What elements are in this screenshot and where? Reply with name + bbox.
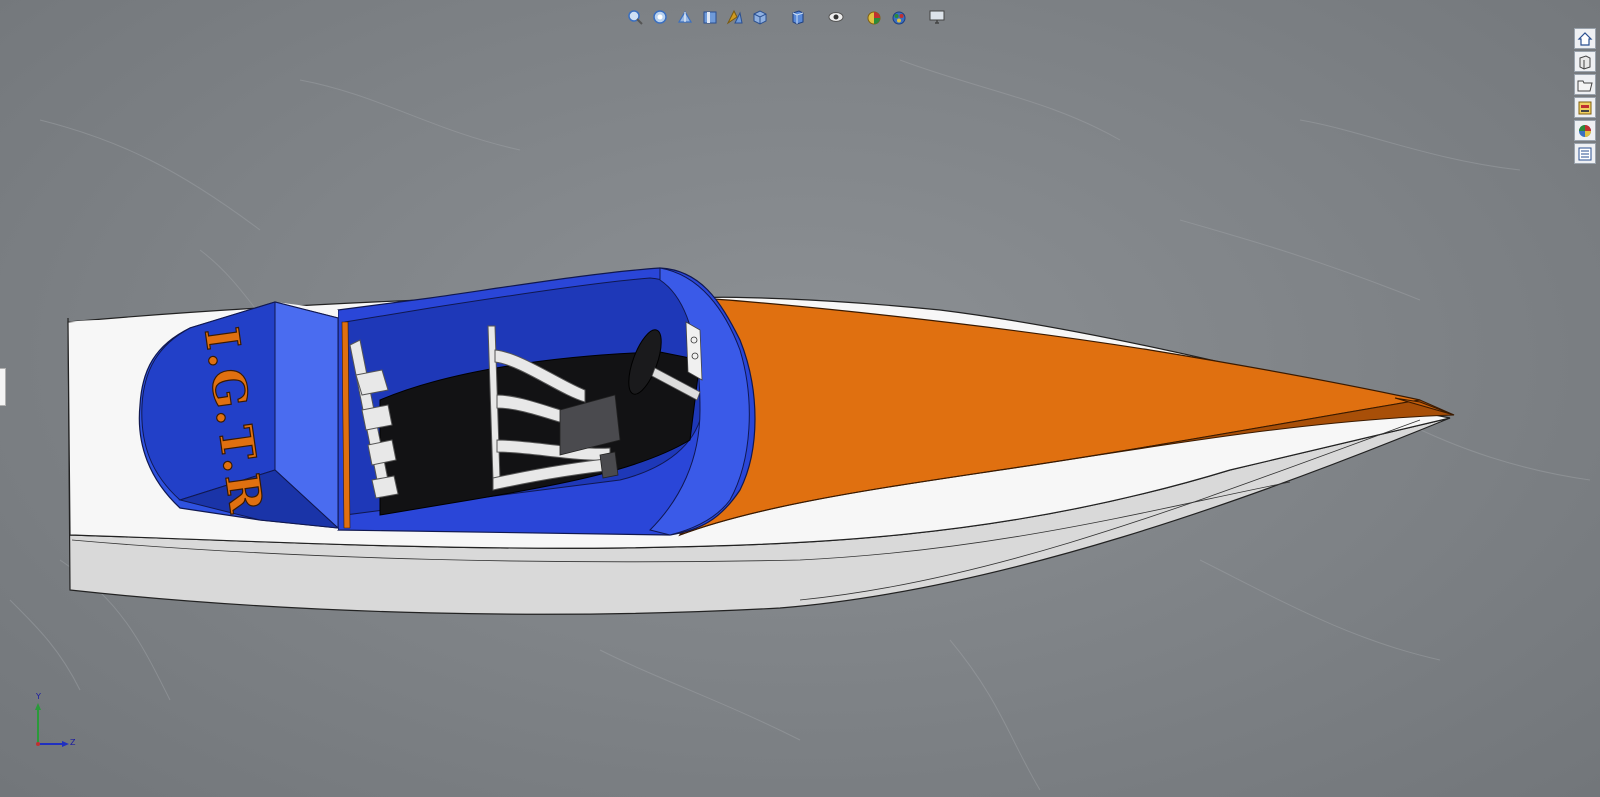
view-orientation-icon [753, 10, 767, 25]
apply-scene-button[interactable] [888, 6, 910, 28]
triad-z-label: Z [70, 738, 76, 747]
hide-show-items-button[interactable] [825, 6, 847, 28]
task-pane-appearances-tab[interactable] [1574, 120, 1596, 141]
display-style-icon [792, 10, 804, 25]
zoom-to-area-icon [653, 10, 667, 24]
section-view-icon [703, 11, 717, 24]
zoom-to-fit-icon [628, 10, 643, 25]
view-settings-button[interactable] [926, 6, 948, 28]
view-palette-icon [1578, 101, 1592, 114]
task-pane-view-palette-tab[interactable] [1574, 97, 1596, 118]
display-style-button[interactable] [787, 6, 809, 28]
task-pane-home-tab[interactable] [1574, 28, 1596, 49]
view-settings-icon [929, 10, 945, 24]
heads-up-view-toolbar [624, 4, 948, 30]
edit-appearance-button[interactable] [863, 6, 885, 28]
triad-y-label: Y [36, 692, 41, 701]
zoom-to-area-button[interactable] [649, 6, 671, 28]
triad-axes-icon [35, 703, 69, 747]
section-view-button[interactable] [699, 6, 721, 28]
reference-triad: Y Z [26, 692, 86, 750]
previous-view-icon [677, 10, 693, 23]
previous-view-button[interactable] [674, 6, 696, 28]
zoom-to-fit-button[interactable] [624, 6, 646, 28]
hide-show-items-icon [828, 12, 844, 22]
custom-properties-icon [1578, 147, 1592, 160]
task-pane-custom-properties-tab[interactable] [1574, 143, 1596, 164]
feature-manager-collapse-handle[interactable] [0, 368, 6, 406]
design-library-icon [1579, 54, 1591, 70]
file-explorer-icon [1577, 80, 1593, 91]
apply-scene-icon [892, 11, 906, 25]
boat-model[interactable]: I.G.T.R [0, 0, 1600, 797]
view-orientation-button[interactable] [749, 6, 771, 28]
dynamic-annotation-button[interactable] [724, 6, 746, 28]
dynamic-annotation-icon [726, 9, 743, 25]
home-icon [1577, 31, 1593, 46]
edit-appearance-icon [867, 11, 881, 25]
task-pane-design-library-tab[interactable] [1574, 51, 1596, 72]
appearances-icon [1579, 124, 1591, 137]
task-pane-tabs [1574, 28, 1596, 164]
graphics-area[interactable]: I.G.T.R Y Z [0, 0, 1600, 797]
task-pane-file-explorer-tab[interactable] [1574, 74, 1596, 95]
